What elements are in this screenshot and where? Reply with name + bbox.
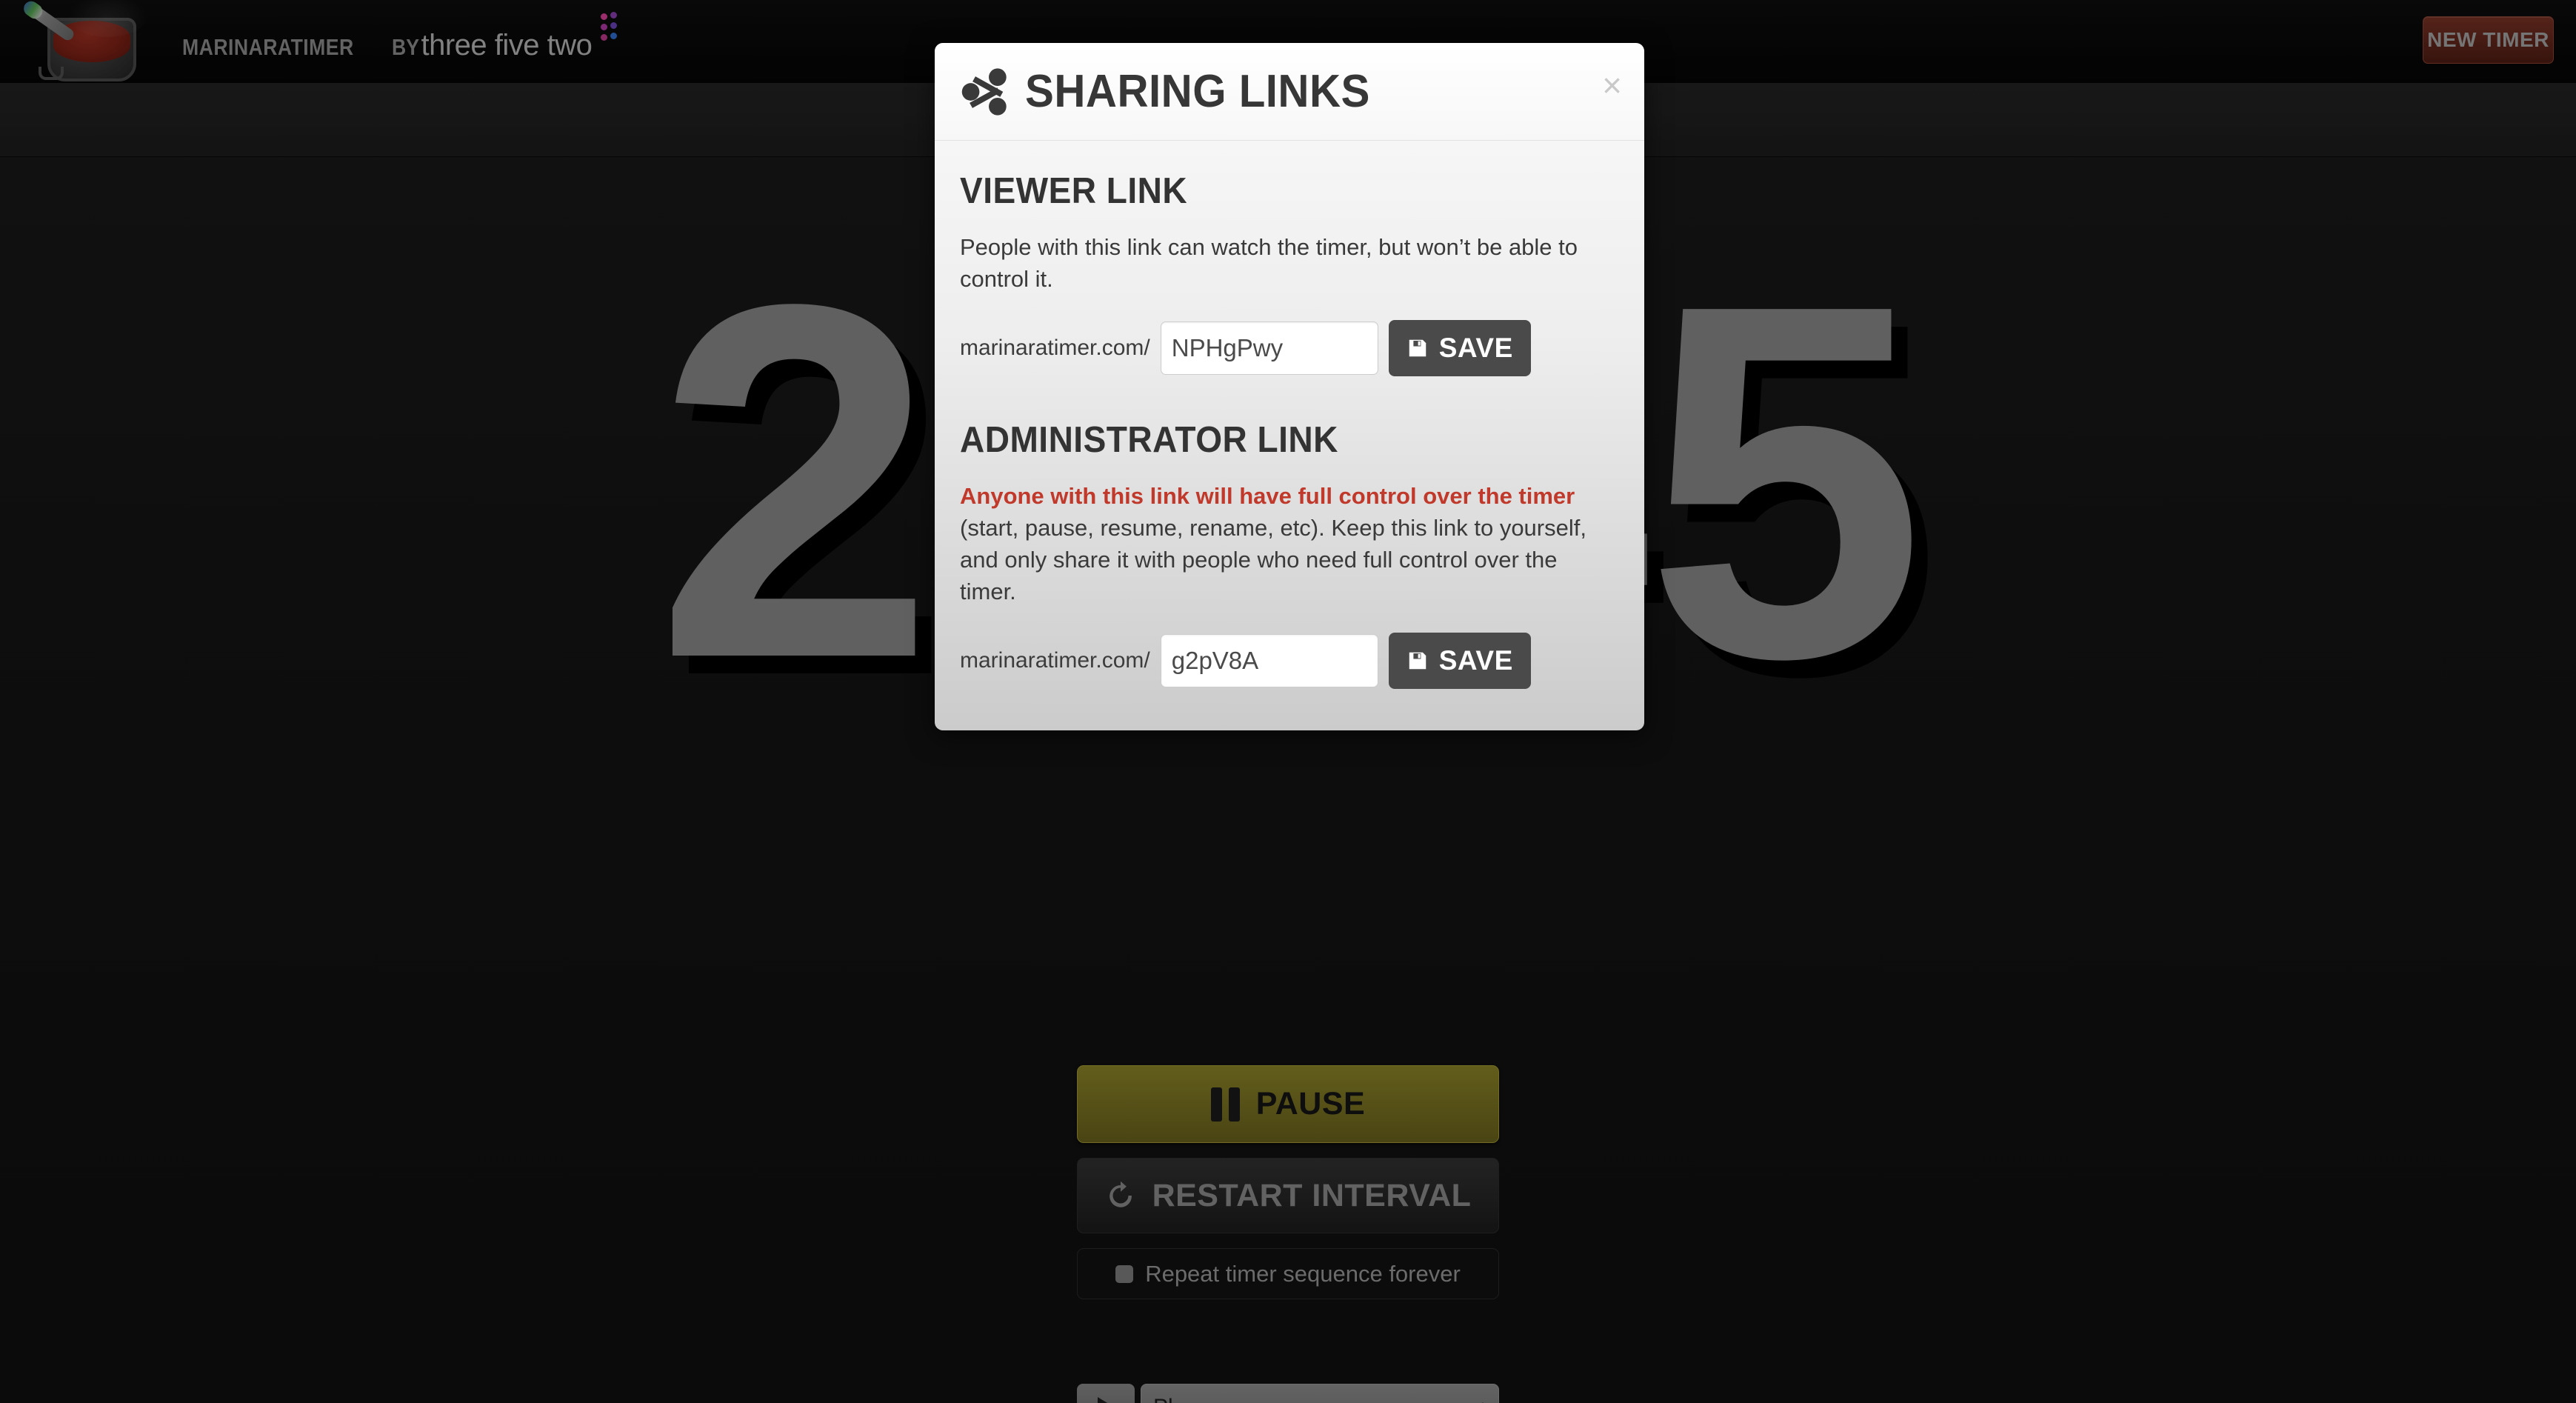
floppy-disk-icon bbox=[1409, 652, 1426, 670]
modal-title: SHARING LINKS bbox=[1025, 66, 1370, 117]
floppy-disk-icon bbox=[1409, 339, 1426, 357]
viewer-link-row: marinaratimer.com/ SAVE bbox=[960, 320, 1619, 376]
share-icon bbox=[961, 67, 1007, 116]
administrator-url-prefix: marinaratimer.com/ bbox=[960, 648, 1150, 673]
administrator-link-description: Anyone with this link will have full con… bbox=[960, 480, 1612, 607]
administrator-warning: Anyone with this link will have full con… bbox=[960, 483, 1575, 509]
administrator-save-label: SAVE bbox=[1438, 645, 1513, 676]
modal-header: SHARING LINKS × bbox=[935, 43, 1644, 141]
sharing-links-modal: SHARING LINKS × VIEWER LINK People with … bbox=[934, 42, 1645, 731]
modal-body: VIEWER LINK People with this link can wa… bbox=[935, 141, 1644, 730]
viewer-link-description: People with this link can watch the time… bbox=[960, 234, 1578, 292]
timer-page: 24:45 PAUSE RESTART INTERVAL Repeat time… bbox=[0, 0, 2576, 1403]
viewer-link-heading: VIEWER LINK bbox=[960, 171, 1188, 211]
viewer-url-prefix: marinaratimer.com/ bbox=[960, 336, 1150, 360]
viewer-save-button[interactable]: SAVE bbox=[1388, 320, 1531, 376]
administrator-link-row: marinaratimer.com/ SAVE bbox=[960, 633, 1619, 689]
administrator-link-heading: ADMINISTRATOR LINK bbox=[960, 420, 1338, 460]
viewer-save-label: SAVE bbox=[1438, 333, 1513, 363]
administrator-slug-input[interactable] bbox=[1160, 634, 1378, 687]
administrator-description-rest: (start, pause, resume, rename, etc). Kee… bbox=[960, 515, 1586, 604]
viewer-slug-input[interactable] bbox=[1160, 321, 1378, 375]
close-icon[interactable]: × bbox=[1602, 68, 1622, 102]
administrator-save-button[interactable]: SAVE bbox=[1388, 633, 1531, 689]
